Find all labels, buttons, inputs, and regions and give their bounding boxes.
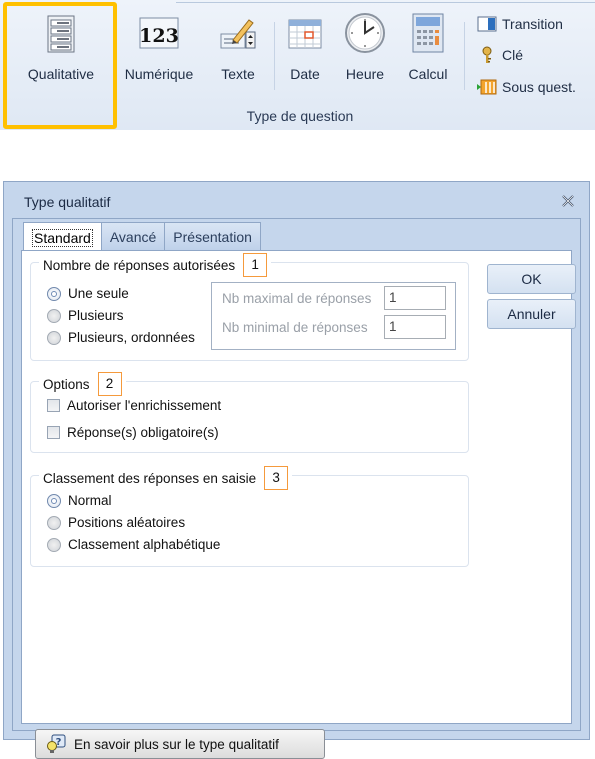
- radio-plusieurs[interactable]: Plusieurs: [47, 308, 124, 323]
- radio-icon: [47, 308, 61, 323]
- dialog-body: Standard Avancé Présentation Nombre de r…: [12, 218, 581, 759]
- callout-badge: 1: [243, 253, 268, 277]
- calculator-icon: [412, 13, 444, 53]
- texte-button[interactable]: Texte: [210, 10, 266, 90]
- ribbon-separator: [464, 22, 465, 90]
- group-title: Classement des réponses en saisie 3: [39, 466, 293, 490]
- radio-selected-icon: [47, 493, 61, 508]
- checkbox-enrichissement[interactable]: Autoriser l'enrichissement: [47, 398, 221, 413]
- checkbox-icon: [47, 399, 60, 412]
- calcul-label: Calcul: [408, 66, 448, 82]
- date-label: Date: [290, 66, 320, 82]
- ribbon-separator: [274, 22, 275, 90]
- sub-question-icon: [477, 79, 497, 95]
- group-title: Options 2: [39, 372, 126, 396]
- heure-label: Heure: [345, 66, 385, 82]
- checkbox-icon: [47, 426, 60, 439]
- ribbon-group-label: Type de question: [246, 108, 354, 124]
- classement-title: Classement des réponses en saisie: [43, 470, 257, 486]
- radio-icon: [47, 330, 61, 345]
- max-label: Nb maximal de réponses: [222, 291, 372, 306]
- radio-icon: [47, 537, 61, 552]
- cle-button[interactable]: Clé: [477, 45, 523, 65]
- heure-button[interactable]: Heure: [338, 10, 392, 90]
- date-button[interactable]: Date: [282, 10, 328, 90]
- cle-label: Clé: [502, 47, 524, 63]
- radio-icon: [47, 515, 61, 530]
- callout-badge: 2: [97, 372, 122, 396]
- dialog-title: Type qualitatif: [24, 194, 111, 210]
- radio-classement-alphabetique[interactable]: Classement alphabétique: [47, 537, 220, 552]
- radio-normal[interactable]: Normal: [47, 493, 112, 508]
- numeric-123-icon: 123: [139, 17, 179, 49]
- limits-box: Nb maximal de réponses 1 Nb minimal de r…: [211, 282, 456, 350]
- qualitative-highlight: [3, 2, 117, 129]
- text-pencil-icon: [220, 19, 256, 49]
- calendar-icon: [288, 19, 322, 49]
- min-responses-input[interactable]: 1: [384, 315, 446, 339]
- options-group: Options 2 Autoriser l'enrichissement Rép…: [30, 372, 469, 453]
- min-label: Nb minimal de réponses: [222, 320, 368, 335]
- transition-label: Transition: [502, 16, 563, 32]
- tab-bar: Standard Avancé Présentation: [23, 222, 261, 252]
- radio-une-seule[interactable]: Une seule: [47, 286, 129, 301]
- ribbon: Qualitative 123 Numérique Texte Date Heu…: [0, 0, 595, 130]
- checkbox-obligatoire[interactable]: Réponse(s) obligatoire(s): [47, 425, 219, 440]
- radio-selected-icon: [47, 286, 61, 301]
- svg-text:123: 123: [139, 25, 179, 47]
- callout-badge: 3: [264, 466, 289, 490]
- radio-positions-aleatoires[interactable]: Positions aléatoires: [47, 515, 185, 530]
- options-title: Options: [43, 376, 90, 392]
- sous-quest-label: Sous quest.: [502, 79, 576, 95]
- ok-button[interactable]: OK: [487, 264, 576, 294]
- help-label: En savoir plus sur le type qualitatif: [74, 736, 279, 752]
- cancel-button[interactable]: Annuler: [487, 299, 576, 329]
- tab-avance[interactable]: Avancé: [100, 222, 166, 250]
- group-title: Nombre de réponses autorisées 1: [39, 253, 272, 277]
- key-icon: [482, 46, 492, 63]
- tab-presentation[interactable]: Présentation: [164, 222, 261, 250]
- help-bulb-icon: ?: [47, 734, 66, 753]
- close-icon[interactable]: [561, 194, 575, 210]
- numerique-label: Numérique: [124, 66, 194, 82]
- transition-icon: [477, 16, 497, 32]
- calcul-button[interactable]: Calcul: [402, 10, 454, 90]
- radio-plusieurs-ordonnees[interactable]: Plusieurs, ordonnées: [47, 330, 195, 345]
- transition-button[interactable]: Transition: [477, 14, 563, 34]
- help-button[interactable]: ? En savoir plus sur le type qualitatif: [35, 729, 325, 759]
- type-qualitatif-dialog: Type qualitatif Standard Avancé Présenta…: [3, 181, 590, 759]
- ribbon-border: [176, 2, 595, 3]
- numerique-button[interactable]: 123 Numérique: [116, 10, 202, 90]
- clock-icon: [345, 13, 385, 53]
- texte-label: Texte: [221, 66, 255, 82]
- sous-quest-button[interactable]: Sous quest.: [477, 77, 576, 97]
- tab-standard[interactable]: Standard: [23, 222, 102, 252]
- nombre-reponses-title: Nombre de réponses autorisées: [43, 257, 236, 273]
- nombre-reponses-group: Nombre de réponses autorisées 1 Une seul…: [30, 253, 469, 361]
- classement-group: Classement des réponses en saisie 3 Norm…: [30, 466, 469, 567]
- max-responses-input[interactable]: 1: [384, 286, 446, 310]
